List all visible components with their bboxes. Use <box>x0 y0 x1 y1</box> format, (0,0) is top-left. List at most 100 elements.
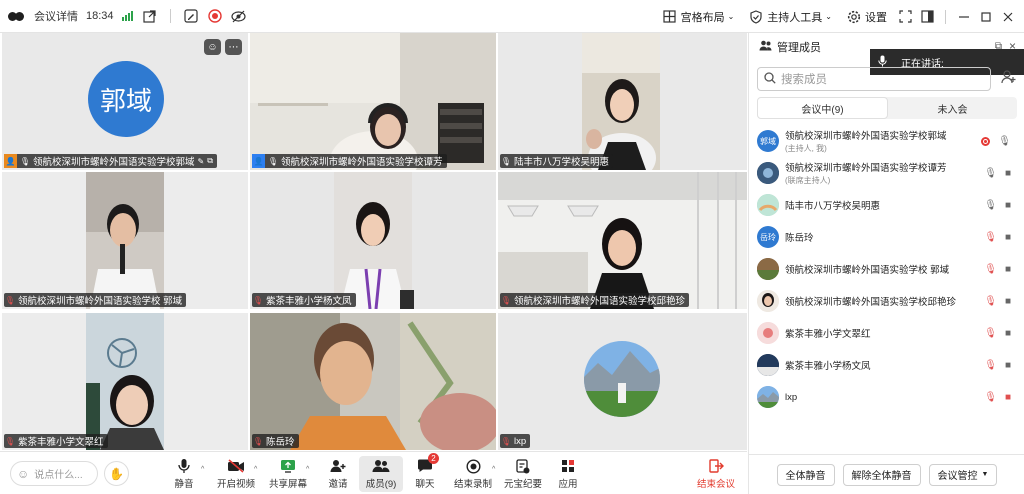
member-row[interactable]: 紫茶丰雅小学杨文凤 🎙 ■ <box>749 349 1024 381</box>
invite-label: 邀请 <box>328 479 348 490</box>
video-tile[interactable]: 郭域 ☺ ⋯ 👤 🎙 领航校深圳市螺岭外国语实验学校郭域 ✎ ⧉ <box>2 33 248 170</box>
meeting-control-button[interactable]: 会议管控 ▼ <box>928 463 998 486</box>
video-tile[interactable]: 👤 🎙 领航校深圳市螺岭外国语实验学校谭芳 <box>250 33 496 170</box>
maximize-icon[interactable] <box>978 9 994 25</box>
mic-on-icon[interactable]: 🎙 <box>998 136 1011 147</box>
avatar: 郭域 <box>757 130 779 152</box>
divider <box>169 9 171 23</box>
member-row[interactable]: 紫茶丰雅小学文翠红 🎙 ■ <box>749 317 1024 349</box>
member-text: 陆丰市八万学校吴明惠 <box>785 198 880 212</box>
host-badge-icon: 👤 <box>4 154 17 168</box>
meeting-logo-icon <box>8 10 26 22</box>
member-text: 领航校深圳市螺岭外国语实验学校邱艳珍 <box>785 294 956 308</box>
chat-button[interactable]: 2 聊天 <box>403 453 447 492</box>
camera-on-icon[interactable]: ■ <box>1005 200 1011 211</box>
recording-options-caret[interactable]: ^ <box>492 466 495 473</box>
tab-in-meeting[interactable]: 会议中(9) <box>757 97 888 119</box>
tab-not-joined[interactable]: 未入会 <box>888 97 1017 119</box>
hide-icon[interactable] <box>231 8 247 24</box>
grid-layout-button[interactable]: 宫格布局 ⌄ <box>658 9 739 25</box>
video-options-caret[interactable]: ^ <box>254 466 257 473</box>
participant-name: 陆丰市八万学校吴明惠 <box>514 157 610 168</box>
signal-icon[interactable] <box>121 11 134 21</box>
mic-muted-icon[interactable]: 🎙 <box>984 296 997 307</box>
video-tile[interactable]: 🎙 领航校深圳市螺岭外国语实验学校邱艳珍 <box>498 172 747 309</box>
mic-muted-icon[interactable]: 🎙 <box>984 392 997 403</box>
video-tile[interactable]: 🎙 陆丰市八万学校吴明惠 <box>498 33 747 170</box>
avatar <box>757 194 779 216</box>
record-icon[interactable] <box>207 8 223 24</box>
mic-on-icon[interactable]: 🎙 <box>984 168 997 179</box>
top-bar: 会议详情 18:34 宫格布局 ⌄ 主持人工具 ⌄ 设置 <box>0 0 1024 33</box>
share-out-icon[interactable] <box>142 8 158 24</box>
unmute-all-button[interactable]: 解除全体静音 <box>842 463 921 486</box>
camera-on-icon[interactable]: ■ <box>1005 168 1011 179</box>
member-status-icons: 🎙 ■ <box>984 221 1011 253</box>
camera-on-icon[interactable]: ■ <box>1005 264 1011 275</box>
member-row[interactable]: 岳玲 陈岳玲 🎙 ■ <box>749 221 1024 253</box>
mute-all-button[interactable]: 全体静音 <box>776 463 835 486</box>
avatar <box>757 386 779 408</box>
video-tile[interactable]: 🎙 陈岳玲 <box>250 313 496 450</box>
video-tile[interactable]: 🎙 紫茶丰雅小学杨文凤 <box>250 172 496 309</box>
invite-button[interactable]: 邀请 <box>316 456 360 492</box>
mic-on-icon[interactable]: 🎙 <box>984 200 997 211</box>
camera-on-icon[interactable]: ■ <box>1005 360 1011 371</box>
members-button[interactable]: 成员(9) <box>359 456 403 492</box>
settings-button[interactable]: 设置 <box>842 9 891 25</box>
member-row[interactable]: lxp 🎙 ■ <box>749 381 1024 413</box>
end-recording-button[interactable]: 结束录制 <box>451 456 495 492</box>
mic-muted-icon[interactable]: 🎙 <box>984 328 997 339</box>
member-name: 紫茶丰雅小学文翠红 <box>785 329 871 340</box>
yuanbao-minutes-button[interactable]: 元宝纪要 <box>501 456 545 492</box>
video-tile[interactable]: 🎙 lxp <box>498 313 747 450</box>
annotate-icon[interactable] <box>183 8 199 24</box>
add-user-icon <box>330 456 346 476</box>
share-options-caret[interactable]: ^ <box>306 466 309 473</box>
member-row[interactable]: 郭域 领航校深圳市螺岭外国语实验学校郭域 (主持人, 我) 🎙 <box>749 125 1024 157</box>
member-row[interactable]: 领航校深圳市螺岭外国语实验学校 郭域 🎙 ■ <box>749 253 1024 285</box>
start-video-button[interactable]: 开启视频 <box>214 456 258 492</box>
chevron-down-icon: ⌄ <box>727 12 735 21</box>
end-meeting-button[interactable]: 结束会议 <box>694 456 738 492</box>
mute-button[interactable]: 静音 <box>162 456 206 492</box>
mic-muted-icon[interactable]: 🎙 <box>984 264 997 275</box>
video-tile[interactable]: 🎙 领航校深圳市螺岭外国语实验学校 郭域 <box>2 172 248 309</box>
member-row[interactable]: 陆丰市八万学校吴明惠 🎙 ■ <box>749 189 1024 221</box>
mic-muted-icon[interactable]: 🎙 <box>984 232 997 243</box>
raise-hand-icon[interactable]: ✋ <box>104 461 129 486</box>
quick-chat-input[interactable]: ☺ 说点什么... <box>10 461 98 486</box>
sidebar-toggle-icon[interactable] <box>919 9 935 25</box>
grid-icon <box>662 9 678 25</box>
apps-button[interactable]: 应用 <box>546 456 590 492</box>
host-tools-button[interactable]: 主持人工具 ⌄ <box>744 9 836 25</box>
emoji-icon[interactable]: ☺ <box>17 467 29 481</box>
meeting-details-link[interactable]: 会议详情 <box>34 8 78 24</box>
add-user-icon[interactable] <box>1001 70 1016 87</box>
more-icon[interactable]: ⋯ <box>225 39 242 55</box>
participant-name: 紫茶丰雅小学杨文凤 <box>266 296 352 307</box>
member-name: 领航校深圳市螺岭外国语实验学校郭域 <box>785 131 947 142</box>
mic-muted-icon[interactable]: 🎙 <box>984 360 997 371</box>
fullscreen-icon[interactable] <box>897 9 913 25</box>
divider <box>945 9 946 24</box>
member-status-icons: 🎙 ■ <box>984 381 1011 413</box>
camera-off-icon[interactable]: ■ <box>1005 392 1011 403</box>
reaction-icon[interactable]: ☺ <box>204 39 221 55</box>
leave-icon <box>708 456 724 476</box>
end-recording-label: 结束录制 <box>453 479 492 490</box>
close-icon[interactable] <box>1000 9 1016 25</box>
share-screen-button[interactable]: 共享屏幕 <box>266 456 310 492</box>
mute-options-caret[interactable]: ^ <box>201 466 204 473</box>
member-row[interactable]: 领航校深圳市螺岭外国语实验学校谭芳 (联席主持人) 🎙 ■ <box>749 157 1024 189</box>
member-row[interactable]: 领航校深圳市螺岭外国语实验学校邱艳珍 🎙 ■ <box>749 285 1024 317</box>
camera-on-icon[interactable]: ■ <box>1005 296 1011 307</box>
member-search-input[interactable]: 搜索成员 <box>757 67 991 91</box>
participant-name-tag: 🎙 紫茶丰雅小学文翠红 <box>4 434 108 448</box>
camera-on-icon[interactable]: ■ <box>1005 232 1011 243</box>
mic-muted-icon: 🎙 <box>4 436 16 446</box>
minimize-icon[interactable] <box>956 9 972 25</box>
host-tools-label: 主持人工具 <box>767 11 823 24</box>
camera-on-icon[interactable]: ■ <box>1005 328 1011 339</box>
video-tile[interactable]: 🎙 紫茶丰雅小学文翠红 <box>2 313 248 450</box>
